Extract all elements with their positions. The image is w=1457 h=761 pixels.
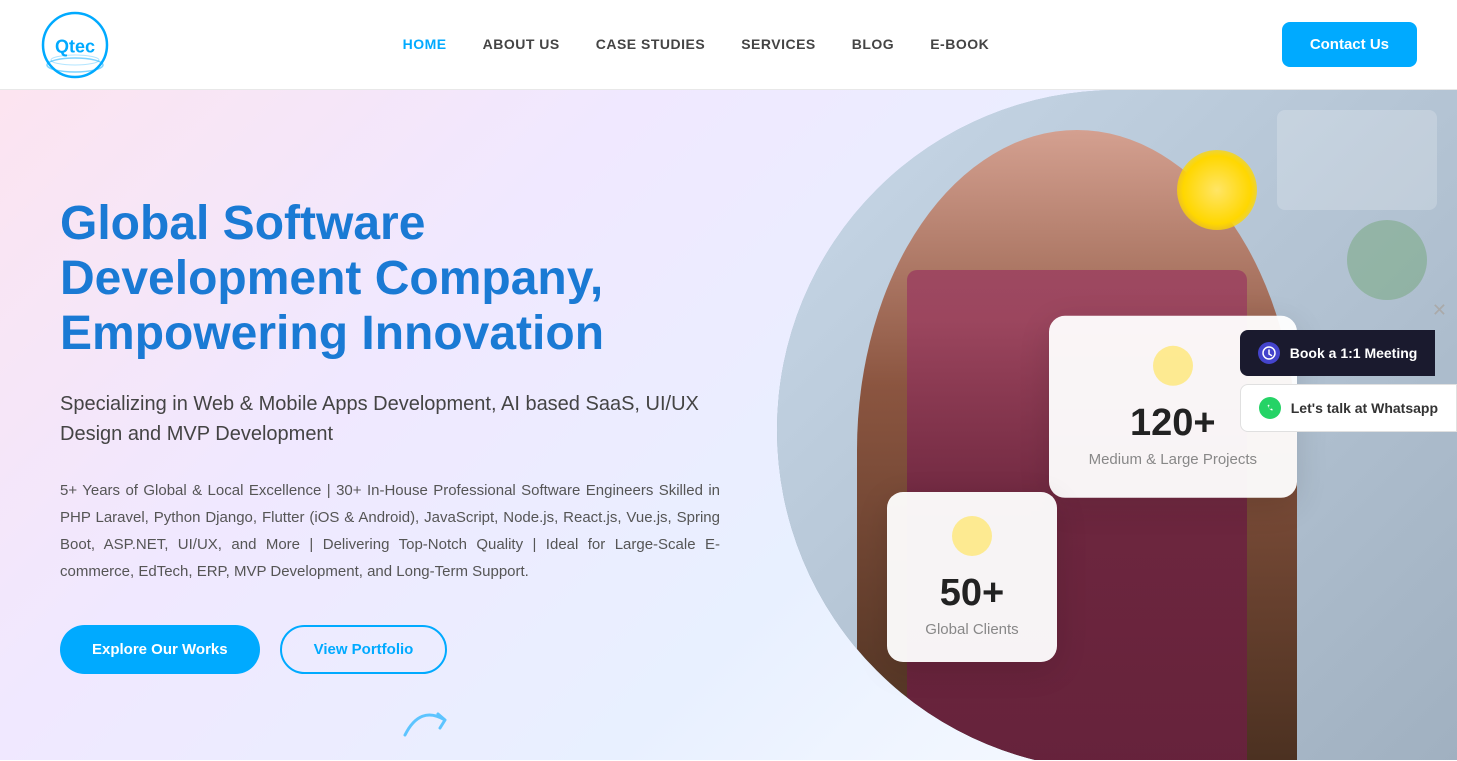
logo[interactable]: Qtec — [40, 10, 110, 80]
arrow-decoration — [400, 700, 460, 740]
explore-works-button[interactable]: Explore Our Works — [60, 625, 260, 674]
nav-home[interactable]: HOME — [403, 36, 447, 52]
hero-description: 5+ Years of Global & Local Excellence | … — [60, 477, 720, 585]
whatsapp-button[interactable]: Let's talk at Whatsapp — [1240, 384, 1457, 432]
stat-card-clients: 50+ Global Clients — [887, 492, 1057, 662]
stat-clients-label: Global Clients — [919, 621, 1025, 638]
nav-case-studies[interactable]: CASE STUDIES — [596, 36, 705, 52]
hero-buttons: Explore Our Works View Portfolio — [60, 625, 720, 674]
whatsapp-icon — [1259, 397, 1281, 419]
view-portfolio-button[interactable]: View Portfolio — [280, 625, 448, 674]
contact-us-button[interactable]: Contact Us — [1282, 22, 1417, 67]
nav-blog[interactable]: BLOG — [852, 36, 894, 52]
nav-about[interactable]: ABOUT US — [483, 36, 560, 52]
hero-subtitle: Specializing in Web & Mobile Apps Develo… — [60, 389, 720, 449]
nav-services[interactable]: SERVICES — [741, 36, 816, 52]
book-meeting-button[interactable]: Book a 1:1 Meeting — [1240, 330, 1436, 376]
stat-dot-small — [952, 516, 992, 556]
hero-content: Global Software Development Company, Emp… — [60, 196, 720, 675]
stat-clients-number: 50+ — [919, 572, 1025, 615]
calendar-icon — [1258, 342, 1280, 364]
floating-action-buttons: Book a 1:1 Meeting ✕ Let's talk at Whats… — [1240, 330, 1457, 432]
yellow-glow-decoration — [1177, 150, 1257, 230]
stat-projects-number: 120+ — [1089, 402, 1257, 445]
hero-section: Global Software Development Company, Emp… — [0, 90, 1457, 760]
close-floating-button[interactable]: ✕ — [1432, 300, 1447, 321]
hero-title: Global Software Development Company, Emp… — [60, 196, 720, 362]
book-meeting-label: Book a 1:1 Meeting — [1290, 345, 1418, 361]
nav-links: HOME ABOUT US CASE STUDIES SERVICES BLOG… — [403, 36, 990, 54]
stat-dot-large — [1153, 346, 1193, 386]
stat-projects-label: Medium & Large Projects — [1089, 451, 1257, 468]
navbar: Qtec HOME ABOUT US CASE STUDIES SERVICES… — [0, 0, 1457, 90]
whatsapp-label: Let's talk at Whatsapp — [1291, 400, 1438, 416]
svg-text:Qtec: Qtec — [55, 36, 95, 56]
nav-ebook[interactable]: E-BOOK — [930, 36, 989, 52]
